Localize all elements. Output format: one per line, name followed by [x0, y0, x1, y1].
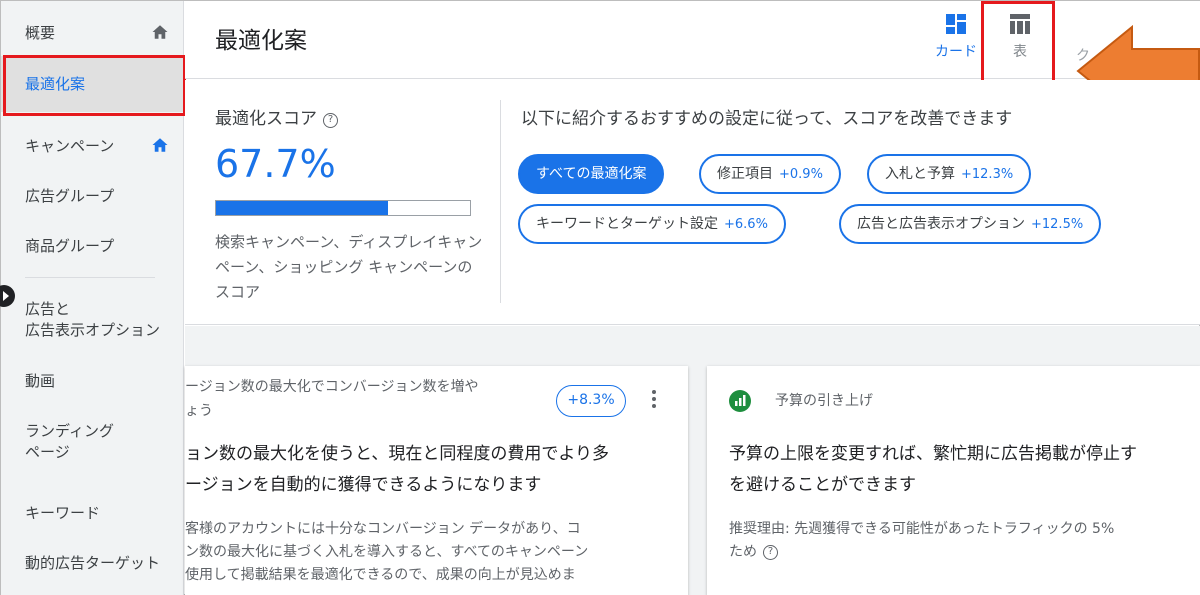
highlight-box-recommendations: [3, 55, 186, 116]
more-options-icon[interactable]: [651, 390, 657, 412]
help-icon[interactable]: ?: [323, 113, 338, 128]
chip-fixes[interactable]: 修正項目 +0.9%: [699, 154, 841, 194]
sidebar-item-landing-pages[interactable]: ランディング ページ: [25, 421, 114, 463]
card-headline: 予算の上限を変更すれば、繁忙期に広告掲載が停止す: [729, 444, 1137, 464]
sidebar-collapse-button[interactable]: [0, 285, 15, 307]
home-icon: [152, 25, 168, 39]
page-title: 最適化案: [215, 28, 307, 54]
card-headline: ョン数の最大化を使うと、現在と同程度の費用でより多: [185, 444, 609, 464]
recommendation-card-conversions[interactable]: ージョン数の最大化でコンバージョン数を増や ょう +8.3% ョン数の最大化を使…: [185, 366, 688, 595]
card-subtitle: 予算の引き上げ: [775, 393, 873, 409]
chip-label: すべての最適化案: [536, 166, 647, 182]
chip-keywords-targeting[interactable]: キーワードとターゲット設定 +6.6%: [518, 204, 786, 244]
home-icon: [152, 138, 168, 152]
chip-delta: +0.9%: [779, 167, 823, 182]
score-value: 67.7%: [215, 142, 336, 186]
card-body: ため?: [729, 541, 778, 564]
dashboard-icon: [946, 14, 966, 34]
app-root: 概要 最適化案 キャンペーン 広告グループ 商品グループ 広告と 広告表示オプシ…: [0, 0, 1200, 595]
recommendations-heading: 以下に紹介するおすすめの設定に従って、スコアを改善できます: [521, 109, 1013, 129]
view-card-label: カード: [935, 44, 977, 60]
sidebar-item-dynamic-ad-targets[interactable]: 動的広告ターゲット: [25, 553, 160, 573]
card-body: ン数の最大化に基づく入札を導入すると、すべてのキャンペーン: [185, 544, 589, 560]
sidebar-item-ad-groups[interactable]: 広告グループ: [25, 186, 114, 206]
card-body-text: ため: [729, 544, 757, 560]
sidebar-item-keywords[interactable]: キーワード: [25, 503, 100, 523]
chip-label: 広告と広告表示オプション: [857, 216, 1025, 232]
bar-chart-icon: [729, 390, 751, 412]
sidebar-item-ads-extensions[interactable]: 広告と 広告表示オプション: [25, 299, 160, 341]
recommendation-card-budget[interactable]: 予算の引き上げ 予算の上限を変更すれば、繁忙期に広告掲載が停止す を避けることが…: [707, 366, 1200, 595]
score-progress-fill: [216, 201, 388, 215]
score-progress-bar: [215, 200, 471, 216]
page-header: 最適化案 カード 表 ク: [185, 1, 1200, 85]
card-headline: を避けることができます: [729, 475, 916, 495]
chip-delta: +12.5%: [1031, 217, 1084, 232]
card-body: 推奨理由: 先週獲得できる可能性があったトラフィックの 5%: [729, 521, 1115, 537]
chip-label: キーワードとターゲット設定: [536, 216, 718, 232]
highlight-box-table-view: [981, 1, 1055, 85]
chip-ads-extensions[interactable]: 広告と広告表示オプション +12.5%: [839, 204, 1102, 244]
help-icon[interactable]: ?: [763, 545, 778, 560]
optimization-score-section: 最適化スコア? 67.7% 検索キャンペーン、ディスプレイキャンペーン、ショッピ…: [185, 80, 1200, 325]
card-body: 使用して掲載結果を最適化できるので、成果の向上が見込めま: [185, 567, 576, 583]
sidebar-item-campaigns[interactable]: キャンペーン: [25, 136, 114, 156]
sidebar-item-videos[interactable]: 動画: [25, 371, 55, 391]
chip-all-recommendations[interactable]: すべての最適化案: [518, 154, 665, 194]
card-headline: ージョンを自動的に獲得できるようになります: [185, 475, 542, 495]
card-body: 客様のアカウントには十分なコンバージョン データがあり、コ: [185, 521, 581, 537]
card-subtitle: ょう: [185, 403, 213, 419]
score-title: 最適化スコア?: [215, 104, 338, 129]
score-title-text: 最適化スコア: [215, 109, 317, 129]
sidebar-divider: [25, 277, 155, 278]
view-toggle-card-button[interactable]: カード: [925, 9, 987, 61]
card-impact-badge: +8.3%: [556, 385, 626, 417]
card-subtitle: ージョン数の最大化でコンバージョン数を増や: [185, 379, 479, 395]
chip-delta: +12.3%: [961, 167, 1014, 182]
chip-delta: +6.6%: [724, 217, 768, 232]
section-divider: [500, 100, 501, 303]
chip-bids-budgets[interactable]: 入札と予算 +12.3%: [867, 154, 1032, 194]
score-description: 検索キャンペーン、ディスプレイキャンペーン、ショッピング キャンペーンのスコア: [215, 233, 483, 301]
chip-label: 入札と予算: [885, 166, 955, 182]
sidebar-item-product-groups[interactable]: 商品グループ: [25, 236, 114, 256]
sidebar: 概要 最適化案 キャンペーン 広告グループ 商品グループ 広告と 広告表示オプシ…: [0, 1, 186, 595]
sidebar-item-overview[interactable]: 概要: [25, 23, 55, 43]
recommendation-cards-area: ージョン数の最大化でコンバージョン数を増や ょう +8.3% ョン数の最大化を使…: [185, 326, 1200, 595]
chip-label: 修正項目: [717, 166, 773, 182]
